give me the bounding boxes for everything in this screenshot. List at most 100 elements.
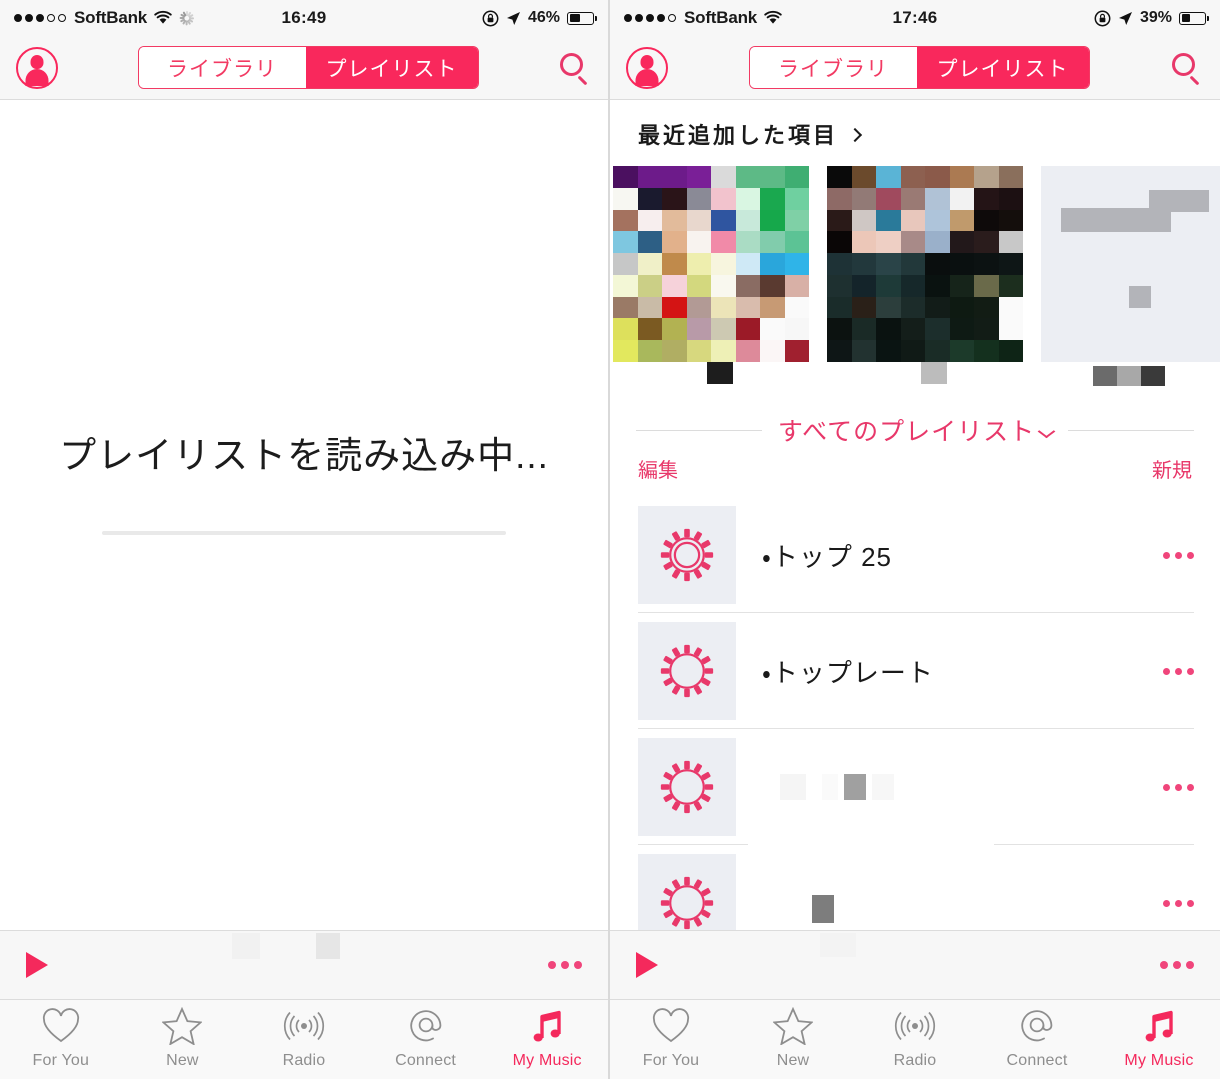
tab-label: Connect: [395, 1052, 457, 1069]
playlist-thumbnail: [638, 506, 736, 604]
list-item[interactable]: [610, 729, 1220, 845]
recently-added-title: 最近追加した項目: [638, 123, 839, 148]
more-icon[interactable]: [548, 961, 582, 969]
album-art-redacted[interactable]: [613, 166, 809, 384]
tab-label: For You: [32, 1052, 90, 1069]
loading-label: プレイリストを読み込み中...: [59, 435, 549, 476]
segment-playlists[interactable]: プレイリスト: [305, 47, 478, 88]
segment-library[interactable]: ライブラリ: [138, 47, 306, 88]
search-icon[interactable]: [1170, 51, 1204, 85]
tab-for-you[interactable]: For You: [0, 1006, 122, 1070]
more-icon[interactable]: [1163, 783, 1194, 791]
more-icon[interactable]: [1160, 961, 1194, 969]
person-icon[interactable]: [16, 46, 58, 89]
redacted-block: [780, 774, 806, 800]
radio-broadcast-icon: [283, 1006, 325, 1046]
album-art-redacted[interactable]: [827, 166, 1023, 384]
status-right: 39%: [1094, 9, 1209, 27]
chevron-right-icon: [847, 127, 863, 142]
music-note-icon: [1140, 1006, 1178, 1046]
mini-player[interactable]: [610, 930, 1220, 1000]
more-icon[interactable]: [1163, 551, 1194, 559]
redacted-block: [316, 933, 340, 959]
new-button[interactable]: 新規: [1152, 454, 1192, 483]
tab-bar[interactable]: For You New Radio Connect My Music: [610, 1000, 1220, 1079]
tab-label: My Music: [512, 1052, 582, 1069]
segmented-control[interactable]: ライブラリ プレイリスト: [748, 46, 1090, 89]
rotation-lock-icon: [482, 10, 499, 26]
edit-button[interactable]: 編集: [638, 454, 678, 483]
tab-bar[interactable]: For You New Radio Connect My Music: [0, 1000, 608, 1079]
tab-label: Radio: [282, 1052, 326, 1069]
play-icon[interactable]: [26, 952, 48, 978]
heart-icon: [651, 1006, 691, 1046]
playlist-thumbnail: [638, 854, 736, 930]
heart-icon: [41, 1006, 81, 1046]
all-playlists-title-group[interactable]: すべてのプレイリスト: [777, 412, 1056, 448]
all-playlists-title: すべてのプレイリスト: [777, 418, 1036, 446]
list-item[interactable]: ・トップレート: [610, 613, 1220, 729]
mini-player[interactable]: [0, 930, 608, 1000]
playlist-list: ・トップ 25 ・トップレート: [610, 497, 1220, 930]
nav-bar: ライブラリ プレイリスト: [610, 36, 1220, 100]
person-icon[interactable]: [626, 46, 668, 89]
tab-connect[interactable]: Connect: [365, 1006, 487, 1070]
album-art-placeholder[interactable]: [1041, 166, 1220, 386]
location-arrow-icon: [506, 11, 520, 25]
segmented-control[interactable]: ライブラリ プレイリスト: [137, 46, 479, 89]
tab-label: For You: [642, 1052, 700, 1069]
play-icon[interactable]: [636, 952, 658, 978]
tab-label: New: [166, 1052, 199, 1069]
location-arrow-icon: [1118, 11, 1132, 25]
tab-label: New: [776, 1052, 810, 1069]
redacted-block: [812, 895, 834, 923]
list-actions: 編集 新規: [610, 448, 1220, 483]
playlist-title-redacted: [762, 895, 1137, 923]
segment-library[interactable]: ライブラリ: [749, 47, 917, 88]
gear-icon: [660, 644, 714, 698]
radio-broadcast-icon: [894, 1006, 936, 1046]
battery-icon: [567, 11, 597, 25]
phone-screen-left: SoftBank 16:49 46% ライブラリ プレイリスト プレイリストを読…: [0, 0, 610, 1079]
tab-connect[interactable]: Connect: [976, 1006, 1098, 1070]
more-icon[interactable]: [1163, 899, 1194, 907]
more-icon[interactable]: [1163, 667, 1194, 675]
tab-for-you[interactable]: For You: [610, 1006, 732, 1070]
segment-playlists[interactable]: プレイリスト: [916, 47, 1089, 88]
tab-radio[interactable]: Radio: [243, 1006, 365, 1070]
gear-icon: [660, 876, 714, 930]
star-icon: [162, 1006, 203, 1046]
all-playlists-header[interactable]: すべてのプレイリスト: [610, 412, 1220, 448]
tab-radio[interactable]: Radio: [854, 1006, 976, 1070]
tab-my-music[interactable]: My Music: [486, 1006, 608, 1070]
playlist-title: ・トップ 25: [762, 541, 892, 572]
star-icon: [773, 1006, 813, 1046]
redacted-block: [822, 774, 838, 800]
playlists-content: 最近追加した項目 すべてのプレイリスト 編集 新規 ・トップ 25 ・トップレー…: [610, 100, 1220, 930]
search-icon[interactable]: [558, 51, 592, 85]
status-right: 46%: [482, 9, 597, 27]
gear-icon: [660, 760, 714, 814]
redacted-block: [820, 933, 856, 957]
redacted-block: [232, 933, 260, 959]
chevron-down-icon: [1037, 424, 1056, 439]
tab-my-music[interactable]: My Music: [1098, 1006, 1220, 1070]
redacted-block: [844, 774, 866, 800]
status-bar: SoftBank 16:49 46%: [0, 0, 608, 36]
recently-added-header[interactable]: 最近追加した項目: [610, 100, 1220, 156]
loading-progress-bar: [102, 531, 506, 535]
tab-new[interactable]: New: [732, 1006, 854, 1070]
redacted-block: [707, 362, 734, 384]
playlist-title-redacted: [762, 774, 1137, 800]
divider: [1068, 429, 1195, 431]
playlist-thumbnail: [638, 622, 736, 720]
list-item[interactable]: [610, 845, 1220, 930]
list-item[interactable]: ・トップ 25: [610, 497, 1220, 613]
tab-new[interactable]: New: [122, 1006, 244, 1070]
battery-icon: [1179, 11, 1209, 25]
status-bar: SoftBank 17:46 39%: [610, 0, 1220, 36]
at-sign-icon: [406, 1006, 446, 1046]
gear-icon: [660, 528, 714, 582]
tab-label: My Music: [1124, 1052, 1194, 1069]
nav-bar: ライブラリ プレイリスト: [0, 36, 608, 100]
